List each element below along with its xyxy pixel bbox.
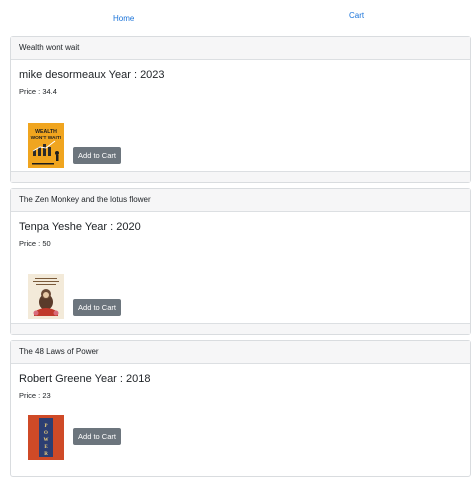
nav-cart-link[interactable]: Cart	[349, 11, 364, 20]
add-to-cart-button[interactable]: Add to Cart	[73, 428, 121, 445]
card-header-book-name: The 48 Laws of Power	[11, 341, 470, 364]
top-nav: Home Cart	[0, 0, 474, 34]
card-header-book-name: Wealth wont wait	[11, 37, 470, 60]
book-card: Wealth wont wait mike desormeaux Year : …	[10, 36, 471, 183]
book-author-year: Robert Greene Year : 2018	[19, 373, 151, 385]
add-to-cart-button[interactable]: Add to Cart	[73, 147, 121, 164]
svg-text:O: O	[44, 431, 48, 436]
book-card: The 48 Laws of Power Robert Greene Year …	[10, 340, 471, 477]
svg-text:W: W	[44, 438, 49, 443]
nav-home-link[interactable]: Home	[113, 14, 134, 23]
book-price: Price : 50	[19, 239, 51, 248]
book-author-year: mike desormeaux Year : 2023	[19, 69, 165, 81]
svg-text:P: P	[44, 424, 47, 429]
card-footer	[11, 323, 470, 334]
book-author-year: Tenpa Yeshe Year : 2020	[19, 221, 141, 233]
zen-monkey-cover-icon	[28, 274, 64, 319]
book-price: Price : 23	[19, 391, 51, 400]
book-card: The Zen Monkey and the lotus flower Tenp…	[10, 188, 471, 335]
card-header-book-name: The Zen Monkey and the lotus flower	[11, 189, 470, 212]
svg-text:WEALTH: WEALTH	[35, 129, 57, 135]
svg-text:R: R	[44, 452, 48, 457]
48-laws-of-power-cover-icon: P O W E R	[28, 415, 64, 460]
add-to-cart-button[interactable]: Add to Cart	[73, 299, 121, 316]
wealth-wont-wait-cover-icon: WEALTH WON'T WAIT!	[28, 123, 64, 168]
card-footer	[11, 171, 470, 182]
svg-text:WON'T WAIT!: WON'T WAIT!	[31, 135, 62, 141]
book-price: Price : 34.4	[19, 87, 57, 96]
